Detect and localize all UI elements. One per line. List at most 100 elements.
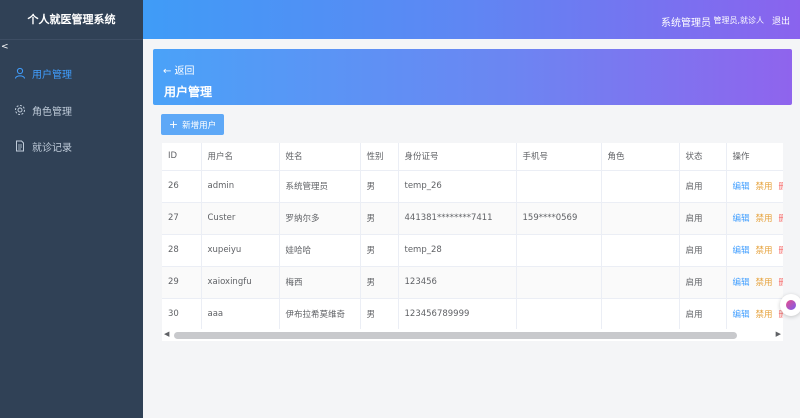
column-header-role[interactable]: 角色 (601, 143, 680, 171)
column-header-idcard[interactable]: 身份证号 (398, 143, 517, 171)
cell-status: 启用 (679, 202, 727, 235)
cell-role (601, 298, 680, 331)
app-title: 个人就医管理系统 (0, 0, 143, 40)
cell-gender: 男 (360, 298, 399, 331)
scrollbar-thumb[interactable] (174, 332, 737, 339)
sidebar-item-user-management[interactable]: 用户管理 (0, 56, 143, 90)
cell-username: xaioxingfu (201, 266, 280, 299)
cell-status: 启用 (679, 234, 727, 267)
cell-idcard: 123456 (398, 266, 517, 299)
back-link[interactable]: ← 返回 (163, 62, 195, 77)
column-header-id[interactable]: ID (162, 143, 202, 171)
logout-link[interactable]: 退出 (772, 14, 790, 27)
cell-role (601, 234, 680, 267)
disable-button[interactable]: 禁用 (756, 182, 773, 192)
cell-status: 启用 (679, 298, 727, 331)
table-row: 28 xupeiyu 娃哈哈 男 temp_28 启用 编辑禁用删除 (162, 234, 783, 267)
add-user-button[interactable]: + 新增用户 (161, 114, 224, 135)
cell-phone (516, 266, 602, 299)
cell-name: 罗纳尔多 (279, 202, 361, 235)
cell-id: 28 (162, 234, 202, 267)
current-user-roles: 管理员,就诊人 (713, 16, 764, 25)
column-header-phone[interactable]: 手机号 (516, 143, 602, 171)
cell-actions: 编辑禁用删除 (726, 266, 783, 299)
table-row: 29 xaioxingfu 梅西 男 123456 启用 编辑禁用删除 (162, 266, 783, 299)
cell-id: 27 (162, 202, 202, 235)
delete-button[interactable]: 删除 (779, 214, 783, 224)
table-header-row: ID 用户名 姓名 性别 身份证号 手机号 角色 状态 操作 (162, 143, 783, 171)
cell-phone (516, 234, 602, 267)
cell-status: 启用 (679, 266, 727, 299)
top-header: 系统管理员 管理员,就诊人 退出 (143, 0, 800, 39)
disable-button[interactable]: 禁用 (756, 246, 773, 256)
table-row: 27 Custer 罗纳尔多 男 441381********7411 159*… (162, 202, 783, 235)
sidebar-item-label: 角色管理 (32, 106, 72, 118)
cell-role (601, 170, 680, 203)
edit-button[interactable]: 编辑 (733, 310, 750, 320)
cell-username: aaa (201, 298, 280, 331)
page-title: 用户管理 (164, 85, 213, 99)
delete-button[interactable]: 删除 (779, 278, 783, 288)
cell-id: 29 (162, 266, 202, 299)
sidebar: 个人就医管理系统 < 用户管理 角色管理 就诊记录 (0, 0, 143, 418)
column-header-actions[interactable]: 操作 (726, 143, 783, 171)
user-table: ID 用户名 姓名 性别 身份证号 手机号 角色 状态 操作 26 admin … (162, 143, 783, 341)
cell-name: 系统管理员 (279, 170, 361, 203)
cell-role (601, 266, 680, 299)
delete-button[interactable]: 删除 (779, 182, 783, 192)
scroll-left-arrow-icon[interactable]: ◀ (164, 330, 169, 338)
cell-username: xupeiyu (201, 234, 280, 267)
table-row: 30 aaa 伊布拉希莫维奇 男 123456789999 启用 编辑禁用删除 (162, 298, 783, 331)
gear-icon (14, 104, 26, 116)
column-header-status[interactable]: 状态 (679, 143, 727, 171)
cell-actions: 编辑禁用删除 (726, 202, 783, 235)
scroll-right-arrow-icon[interactable]: ▶ (776, 330, 781, 338)
collapse-toggle[interactable]: < (1, 42, 9, 52)
disable-button[interactable]: 禁用 (756, 278, 773, 288)
column-header-username[interactable]: 用户名 (201, 143, 280, 171)
cell-name: 娃哈哈 (279, 234, 361, 267)
horizontal-scrollbar[interactable]: ◀ ▶ (162, 329, 783, 341)
cell-gender: 男 (360, 266, 399, 299)
edit-button[interactable]: 编辑 (733, 246, 750, 256)
cell-id: 26 (162, 170, 202, 203)
page-header: ← 返回 用户管理 (153, 49, 792, 105)
cell-phone (516, 298, 602, 331)
column-header-gender[interactable]: 性别 (360, 143, 399, 171)
edit-button[interactable]: 编辑 (733, 182, 750, 192)
edit-button[interactable]: 编辑 (733, 278, 750, 288)
column-header-name[interactable]: 姓名 (279, 143, 361, 171)
sidebar-item-visit-records[interactable]: 就诊记录 (0, 129, 143, 163)
cell-role (601, 202, 680, 235)
cell-actions: 编辑禁用删除 (726, 298, 783, 331)
floating-assistant-button[interactable] (780, 294, 800, 316)
cell-username: admin (201, 170, 280, 203)
user-icon (14, 67, 26, 79)
disable-button[interactable]: 禁用 (756, 214, 773, 224)
current-user-name: 系统管理员 (661, 18, 711, 29)
cell-phone (516, 170, 602, 203)
cell-idcard: 123456789999 (398, 298, 517, 331)
edit-button[interactable]: 编辑 (733, 214, 750, 224)
cell-id: 30 (162, 298, 202, 331)
cell-name: 梅西 (279, 266, 361, 299)
document-icon (14, 140, 26, 152)
cell-actions: 编辑禁用删除 (726, 234, 783, 267)
cell-status: 启用 (679, 170, 727, 203)
disable-button[interactable]: 禁用 (756, 310, 773, 320)
plus-icon: + (168, 118, 179, 131)
sidebar-item-label: 用户管理 (32, 69, 72, 81)
sidebar-item-role-management[interactable]: 角色管理 (0, 93, 143, 127)
cell-name: 伊布拉希莫维奇 (279, 298, 361, 331)
cell-gender: 男 (360, 234, 399, 267)
sidebar-item-label: 就诊记录 (32, 142, 72, 154)
cell-username: Custer (201, 202, 280, 235)
table-row: 26 admin 系统管理员 男 temp_26 启用 编辑禁用删除 (162, 170, 783, 203)
add-user-label: 新增用户 (182, 120, 217, 131)
assistant-icon (786, 300, 796, 310)
cell-idcard: 441381********7411 (398, 202, 517, 235)
delete-button[interactable]: 删除 (779, 246, 783, 256)
cell-idcard: temp_28 (398, 234, 517, 267)
cell-actions: 编辑禁用删除 (726, 170, 783, 203)
cell-phone: 159****0569 (516, 202, 602, 235)
